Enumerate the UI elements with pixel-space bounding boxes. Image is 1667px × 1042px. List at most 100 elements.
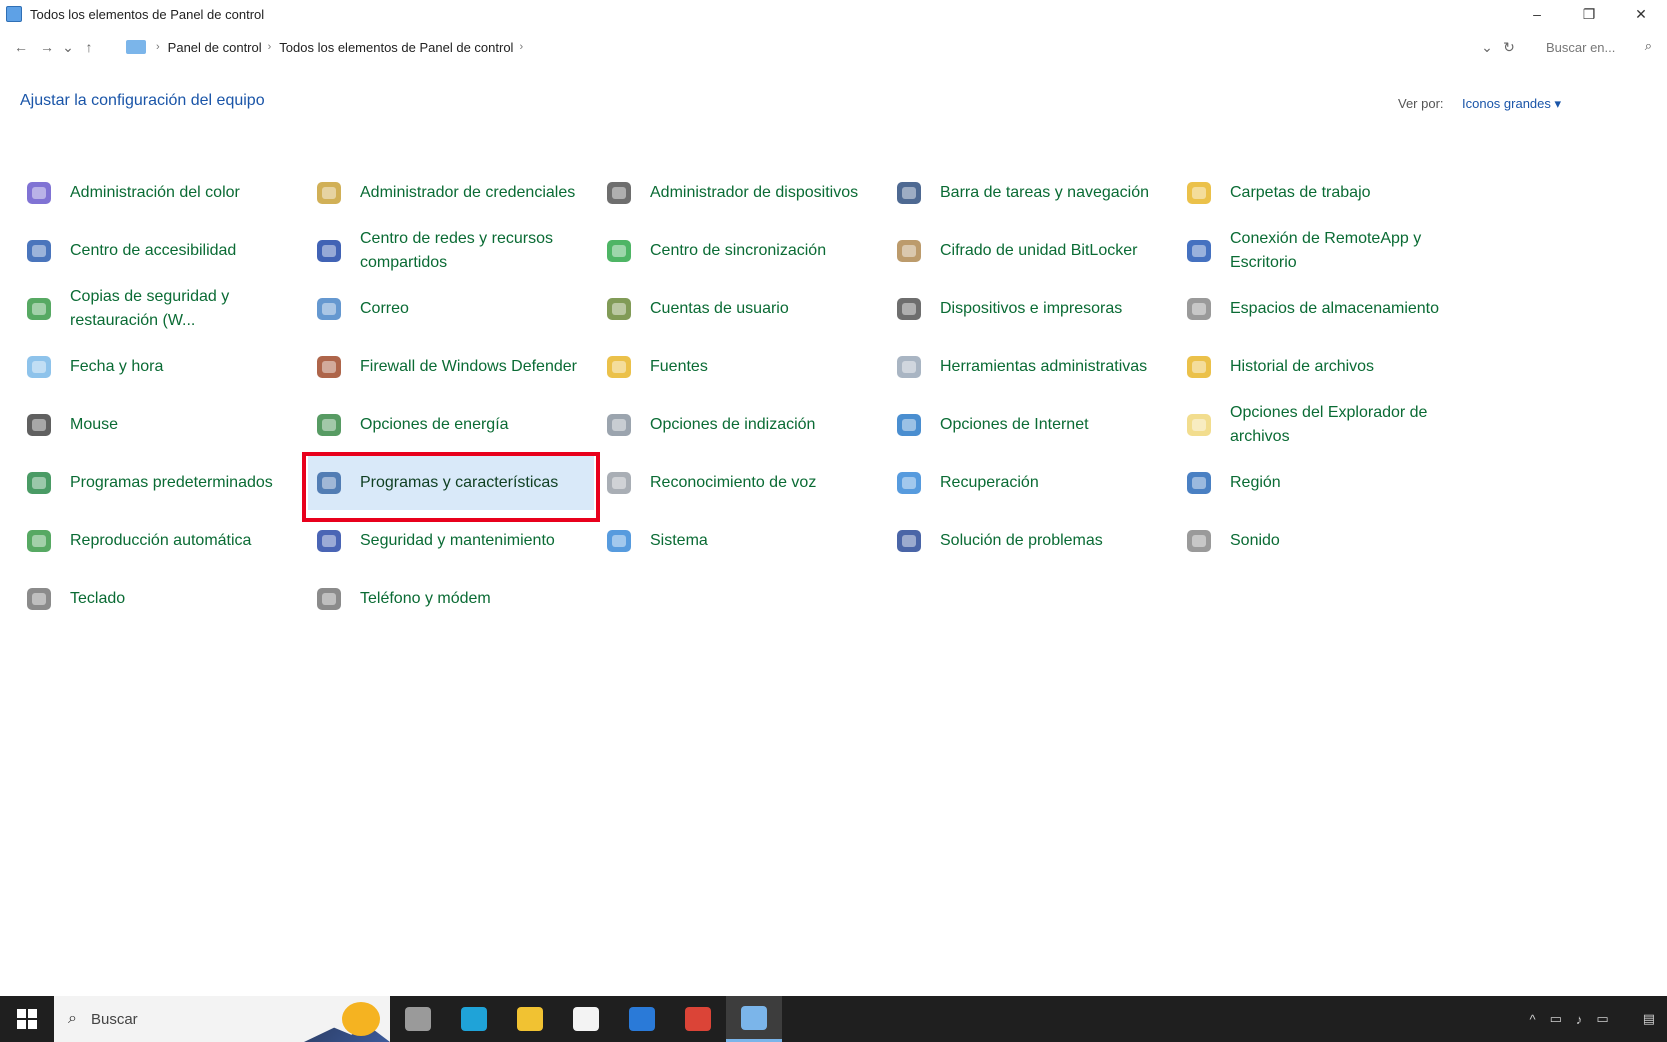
control-panel-item[interactable]: Administrador de credenciales: [308, 166, 598, 220]
navigation-bar: ← → ⌄ ↑ › Panel de control › Todos los e…: [0, 32, 1667, 62]
taskbar: ⌕ Buscar ^ ▭ ♪ ▭ ▤: [0, 996, 1667, 1042]
control-panel-item[interactable]: Administración del color: [18, 166, 308, 220]
control-panel-item-label: Opciones del Explorador de archivos: [1230, 404, 1428, 445]
fonts-icon: [602, 350, 636, 384]
control-panel-item[interactable]: Opciones de Internet: [888, 398, 1178, 452]
control-panel-item[interactable]: Teclado: [18, 572, 308, 626]
restore-button[interactable]: ❐: [1563, 0, 1615, 28]
taskbar-search-box[interactable]: ⌕ Buscar: [54, 996, 390, 1042]
start-button[interactable]: [0, 996, 54, 1042]
control-panel-item-label: Opciones de indización: [650, 416, 816, 433]
control-panel-item[interactable]: Región: [1178, 456, 1468, 510]
control-panel-item[interactable]: Barra de tareas y navegación: [888, 166, 1178, 220]
control-panel-item-label: Seguridad y mantenimiento: [360, 532, 555, 549]
storage-spaces-icon: [1182, 292, 1216, 326]
control-panel-item[interactable]: Solución de problemas: [888, 514, 1178, 568]
close-button[interactable]: ✕: [1615, 0, 1667, 28]
firewall-icon: [312, 350, 346, 384]
back-button[interactable]: ←: [8, 34, 34, 60]
control-panel-item[interactable]: Reconocimiento de voz: [598, 456, 888, 510]
control-panel-item[interactable]: Programas predeterminados: [18, 456, 308, 510]
credential-manager-icon: [312, 176, 346, 210]
remoteapp-icon: [1182, 234, 1216, 268]
control-panel-item[interactable]: Reproducción automática: [18, 514, 308, 568]
control-panel-folder-icon: [126, 40, 146, 54]
breadcrumb-control-panel[interactable]: Panel de control: [168, 40, 262, 55]
control-panel-item[interactable]: Historial de archivos: [1178, 340, 1468, 394]
control-panel-item[interactable]: Conexión de RemoteApp y Escritorio: [1178, 224, 1468, 278]
control-panel-item-label: Programas y características: [360, 474, 559, 491]
breadcrumb-all-items[interactable]: Todos los elementos de Panel de control: [279, 40, 513, 55]
tray-overflow-icon[interactable]: ^: [1530, 1012, 1536, 1027]
control-panel-item[interactable]: Opciones de energía: [308, 398, 598, 452]
default-programs-icon: [22, 466, 56, 500]
control-panel-item[interactable]: Opciones de indización: [598, 398, 888, 452]
search-input[interactable]: Buscar en... ⌕: [1536, 34, 1660, 60]
control-panel-item[interactable]: Sonido: [1178, 514, 1468, 568]
control-panel-item[interactable]: Herramientas administrativas: [888, 340, 1178, 394]
control-panel-item-label: Administración del color: [70, 184, 240, 201]
mail-icon: [629, 1007, 655, 1031]
control-panel-item[interactable]: Teléfono y módem: [308, 572, 598, 626]
breadcrumb-separator[interactable]: ›: [268, 41, 272, 53]
search-icon[interactable]: ⌕: [1645, 38, 1652, 54]
control-panel-item-label: Cuentas de usuario: [650, 300, 789, 317]
recent-locations-button[interactable]: ⌄: [60, 34, 76, 60]
control-panel-item[interactable]: Dispositivos e impresoras: [888, 282, 1178, 336]
control-panel-item[interactable]: Programas y características: [302, 452, 600, 522]
taskbar-app-store[interactable]: [558, 996, 614, 1042]
recovery-icon: [892, 466, 926, 500]
troubleshoot-icon: [892, 524, 926, 558]
battery-icon[interactable]: ▭: [1596, 1011, 1608, 1027]
control-panel-item[interactable]: Espacios de almacenamiento: [1178, 282, 1468, 336]
title-bar: Todos los elementos de Panel de control …: [0, 0, 1667, 28]
view-by-dropdown[interactable]: Iconos grandes ▾: [1462, 96, 1561, 112]
network-icon[interactable]: ▭: [1550, 1011, 1562, 1027]
folder-icon: [517, 1007, 543, 1031]
weather-sun-icon[interactable]: [342, 1002, 380, 1036]
breadcrumb-separator[interactable]: ›: [519, 41, 523, 53]
control-panel-item[interactable]: Centro de accesibilidad: [18, 224, 308, 278]
control-panel-item-label: Carpetas de trabajo: [1230, 184, 1371, 201]
taskbar-app-task-view[interactable]: [390, 996, 446, 1042]
up-button[interactable]: ↑: [76, 34, 102, 60]
control-panel-item[interactable]: Correo: [308, 282, 598, 336]
control-panel-item[interactable]: Recuperación: [888, 456, 1178, 510]
control-panel-item[interactable]: Mouse: [18, 398, 308, 452]
control-panel-item[interactable]: Centro de redes y recursos compartidos: [308, 224, 598, 278]
address-box[interactable]: › Panel de control › Todos los elementos…: [120, 34, 1515, 60]
search-icon: ⌕: [68, 1010, 77, 1027]
chrome-icon: [685, 1007, 711, 1031]
taskbar-app-control-panel[interactable]: [726, 996, 782, 1042]
forward-button[interactable]: →: [34, 34, 60, 60]
refresh-icon[interactable]: ↻: [1496, 34, 1522, 60]
control-panel-item[interactable]: Carpetas de trabajo: [1178, 166, 1468, 220]
control-panel-item[interactable]: Administrador de dispositivos: [598, 166, 888, 220]
volume-icon[interactable]: ♪: [1576, 1012, 1583, 1027]
control-panel-item[interactable]: Firewall de Windows Defender: [308, 340, 598, 394]
control-panel-item[interactable]: Opciones del Explorador de archivos: [1178, 398, 1468, 452]
control-panel-item[interactable]: Sistema: [598, 514, 888, 568]
bitlocker-icon: [892, 234, 926, 268]
control-panel-item-label: Copias de seguridad y restauración (W...: [70, 288, 230, 329]
control-panel-item-label: Opciones de Internet: [940, 416, 1089, 433]
taskbar-app-file-explorer[interactable]: [502, 996, 558, 1042]
control-panel-item-label: Firewall de Windows Defender: [360, 358, 577, 375]
control-panel-item[interactable]: Seguridad y mantenimiento: [308, 514, 598, 568]
notifications-icon[interactable]: ▤: [1643, 1011, 1655, 1027]
taskbar-app-mail[interactable]: [614, 996, 670, 1042]
control-panel-item-label: Historial de archivos: [1230, 358, 1375, 375]
taskbar-app-edge[interactable]: [446, 996, 502, 1042]
taskbar-app-chrome[interactable]: [670, 996, 726, 1042]
windows-logo-icon: [17, 1009, 37, 1029]
control-panel-item[interactable]: Fuentes: [598, 340, 888, 394]
control-panel-item[interactable]: Cifrado de unidad BitLocker: [888, 224, 1178, 278]
control-panel-item[interactable]: Centro de sincronización: [598, 224, 888, 278]
store-icon: [573, 1007, 599, 1031]
work-folders-icon: [1182, 176, 1216, 210]
control-panel-item[interactable]: Fecha y hora: [18, 340, 308, 394]
control-panel-item[interactable]: Cuentas de usuario: [598, 282, 888, 336]
control-panel-item[interactable]: Copias de seguridad y restauración (W...: [18, 282, 308, 336]
minimize-button[interactable]: –: [1511, 0, 1563, 28]
page-title: Ajustar la configuración del equipo: [20, 92, 265, 109]
